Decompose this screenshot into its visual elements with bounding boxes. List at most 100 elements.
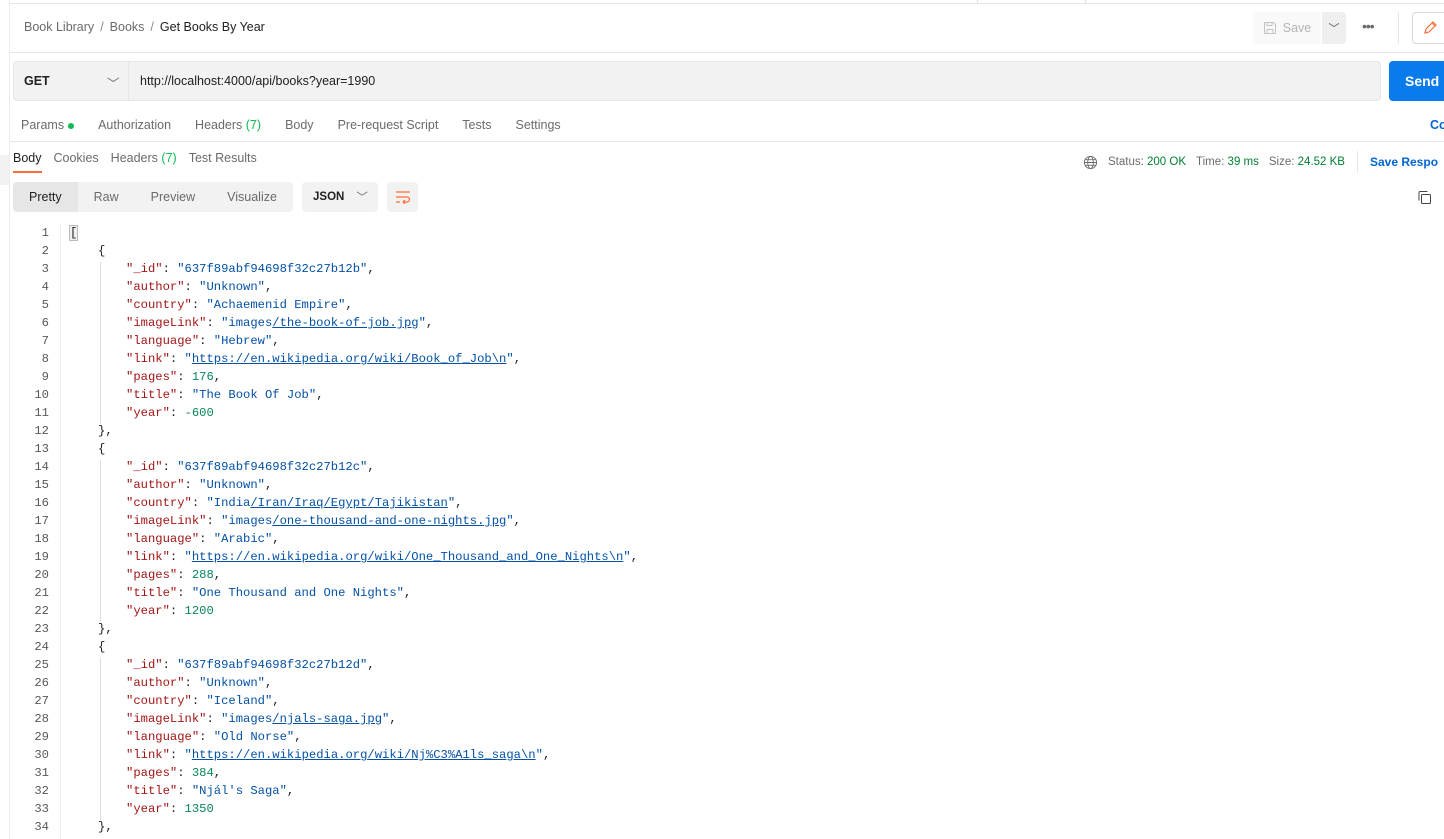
line-number: 23 — [34, 622, 49, 636]
code-line: "link": "https://en.wikipedia.org/wiki/B… — [126, 352, 522, 366]
code-line: "year": -600 — [126, 406, 214, 420]
line-number: 20 — [34, 568, 49, 582]
line-number: 26 — [34, 676, 49, 690]
tab-response-cookies[interactable]: Cookies — [54, 151, 99, 165]
copy-icon — [1418, 191, 1431, 204]
copy-button[interactable] — [1417, 190, 1432, 210]
line-number: 5 — [41, 298, 49, 312]
code-line: { — [98, 442, 106, 456]
tab-response-body[interactable]: Body — [13, 151, 42, 173]
line-number: 15 — [34, 478, 49, 492]
tab-params[interactable]: Params — [21, 118, 75, 132]
chevron-down-icon: ﹀ — [1328, 23, 1340, 35]
more-options-button[interactable]: ••• — [1362, 18, 1375, 34]
line-number: 30 — [34, 748, 49, 762]
tab-headers[interactable]: Headers (7) — [195, 118, 261, 132]
edit-button[interactable] — [1412, 12, 1444, 44]
tab-authorization[interactable]: Authorization — [98, 118, 171, 132]
top-tab-strip — [10, 0, 1444, 4]
chevron-down-icon: ﹀ — [107, 77, 120, 91]
code-line: "country": "India/Iran/Iraq/Egypt/Tajiki… — [126, 496, 463, 510]
wrap-lines-button[interactable] — [387, 182, 418, 212]
divider — [10, 52, 1444, 53]
tab-divider — [1085, 0, 1086, 4]
code-line: "author": "Unknown", — [126, 676, 273, 690]
code-line: "year": 1350 — [126, 802, 214, 816]
status: Status: 200 OK — [1108, 156, 1187, 168]
chevron-down-icon: ﹀ — [356, 192, 368, 204]
code-line: "_id": "637f89abf94698f32c27b12c", — [126, 460, 375, 474]
view-preview[interactable]: Preview — [135, 182, 211, 212]
view-raw[interactable]: Raw — [78, 182, 135, 212]
save-response-button[interactable]: Save Respo — [1370, 155, 1438, 169]
code-line: "pages": 384, — [126, 766, 222, 780]
code-line: "language": "Hebrew", — [126, 334, 280, 348]
line-number: 4 — [41, 280, 49, 294]
code-line: [ — [68, 225, 79, 241]
cookies-link[interactable]: Co — [1430, 118, 1444, 132]
code-line: "language": "Arabic", — [126, 532, 280, 546]
line-number: 11 — [34, 406, 49, 420]
page-title[interactable]: Get Books By Year — [160, 20, 265, 34]
code-line: "pages": 288, — [126, 568, 222, 582]
globe-icon[interactable] — [1083, 155, 1098, 170]
line-number: 32 — [34, 784, 49, 798]
line-number: 1 — [41, 226, 49, 240]
request-tabs: Params Authorization Headers (7) Body Pr… — [21, 118, 561, 132]
divider — [1398, 12, 1399, 44]
code-line: }, — [98, 622, 113, 636]
code-line: "country": "Iceland", — [126, 694, 280, 708]
params-indicator — [68, 122, 75, 129]
indent-guide — [100, 658, 101, 820]
view-visualize[interactable]: Visualize — [211, 182, 293, 212]
breadcrumb: Book Library / Books / Get Books By Year — [24, 20, 265, 34]
breadcrumb-item[interactable]: Book Library — [24, 20, 94, 34]
url-input[interactable]: http://localhost:4000/api/books?year=199… — [140, 74, 375, 88]
code-line: "title": "One Thousand and One Nights", — [126, 586, 412, 600]
view-mode-tabs: Pretty Raw Preview Visualize — [13, 182, 293, 212]
tab-settings[interactable]: Settings — [515, 118, 560, 132]
wrap-icon — [395, 191, 410, 204]
code-line: }, — [98, 424, 113, 438]
line-number: 31 — [34, 766, 49, 780]
line-number: 21 — [34, 586, 49, 600]
tab-test-results[interactable]: Test Results — [189, 151, 257, 165]
format-select[interactable]: JSON ﹀ — [302, 182, 378, 212]
line-number: 16 — [34, 496, 49, 510]
code-line: "imageLink": "images/the-book-of-job.jpg… — [126, 316, 434, 330]
breadcrumb-item[interactable]: Books — [110, 20, 145, 34]
code-line: "link": "https://en.wikipedia.org/wiki/O… — [126, 550, 639, 564]
code-line: "_id": "637f89abf94698f32c27b12d", — [126, 658, 375, 672]
tab-divider — [977, 0, 978, 4]
code-gutter — [60, 224, 61, 839]
tab-tests[interactable]: Tests — [462, 118, 491, 132]
line-number: 12 — [34, 424, 49, 438]
method-select[interactable]: GET ﹀ — [13, 61, 129, 101]
save-button[interactable]: Save — [1253, 12, 1321, 44]
line-number: 29 — [34, 730, 49, 744]
tab-response-headers[interactable]: Headers (7) — [111, 151, 177, 165]
send-button[interactable]: Send — [1389, 61, 1444, 101]
line-number: 34 — [34, 820, 49, 834]
tab-pre-request-script[interactable]: Pre-request Script — [338, 118, 439, 132]
line-number: 25 — [34, 658, 49, 672]
divider — [1356, 151, 1358, 173]
pencil-icon — [1424, 21, 1437, 34]
view-pretty[interactable]: Pretty — [13, 182, 78, 212]
code-line: "language": "Old Norse", — [126, 730, 302, 744]
indent-guide — [100, 262, 101, 424]
line-number: 28 — [34, 712, 49, 726]
tab-body[interactable]: Body — [285, 118, 314, 132]
line-number: 6 — [41, 316, 49, 330]
code-line: "author": "Unknown", — [126, 280, 273, 294]
code-line: "imageLink": "images/one-thousand-and-on… — [126, 514, 521, 528]
save-options-button[interactable]: ﹀ — [1322, 12, 1346, 44]
line-number: 3 — [41, 262, 49, 276]
line-number: 18 — [34, 532, 49, 546]
line-number: 24 — [34, 640, 49, 654]
code-line: "author": "Unknown", — [126, 478, 273, 492]
line-number: 2 — [41, 244, 49, 258]
line-number: 27 — [34, 694, 49, 708]
line-number: 14 — [34, 460, 49, 474]
time: Time: 39 ms — [1196, 156, 1259, 168]
